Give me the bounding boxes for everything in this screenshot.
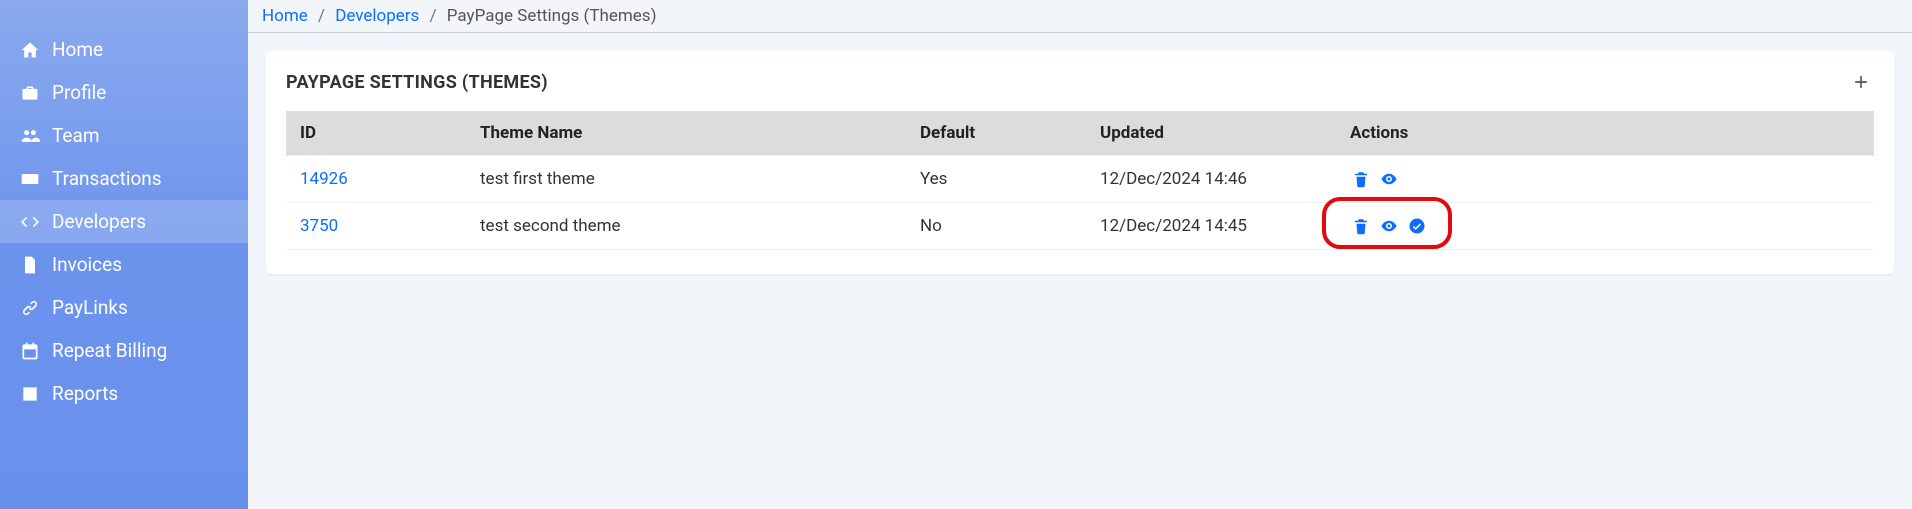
card-title: PAYPAGE SETTINGS (THEMES): [286, 72, 548, 93]
theme-id-link[interactable]: 14926: [300, 169, 348, 189]
content-wrap: PAYPAGE SETTINGS (THEMES) ID Theme Name …: [248, 33, 1912, 292]
sidebar-item-repeat-billing[interactable]: Repeat Billing: [0, 329, 248, 372]
sidebar-item-paylinks[interactable]: PayLinks: [0, 286, 248, 329]
th-updated: Updated: [1086, 111, 1336, 156]
sidebar-item-label: Home: [52, 38, 103, 61]
theme-updated: 12/Dec/2024 14:45: [1086, 203, 1336, 250]
table-header-row: ID Theme Name Default Updated Actions: [286, 111, 1874, 156]
home-icon: [18, 40, 42, 60]
theme-updated: 12/Dec/2024 14:46: [1086, 156, 1336, 203]
link-icon: [18, 298, 42, 318]
add-theme-button[interactable]: [1848, 69, 1874, 95]
report-icon: [18, 384, 42, 404]
theme-actions: [1336, 203, 1874, 250]
sidebar-item-invoices[interactable]: Invoices: [0, 243, 248, 286]
breadcrumb-sep: /: [312, 6, 331, 26]
theme-default: No: [906, 203, 1086, 250]
eye-icon[interactable]: [1378, 215, 1400, 237]
calendar-icon: [18, 341, 42, 361]
sidebar-item-label: Reports: [52, 382, 118, 405]
sidebar-item-label: Team: [52, 124, 100, 147]
sidebar-item-label: Developers: [52, 210, 146, 233]
breadcrumb-home[interactable]: Home: [262, 6, 308, 26]
trash-icon[interactable]: [1350, 215, 1372, 237]
sidebar-item-reports[interactable]: Reports: [0, 372, 248, 415]
trash-icon[interactable]: [1350, 168, 1372, 190]
sidebar-item-home[interactable]: Home: [0, 28, 248, 71]
breadcrumb-current: PayPage Settings (Themes): [447, 6, 657, 26]
breadcrumb: Home / Developers / PayPage Settings (Th…: [248, 0, 1912, 33]
sidebar-item-label: Invoices: [52, 253, 122, 276]
card-icon: [18, 169, 42, 189]
theme-default: Yes: [906, 156, 1086, 203]
sidebar-item-label: PayLinks: [52, 296, 128, 319]
theme-actions: [1336, 156, 1874, 203]
file-icon: [18, 255, 42, 275]
sidebar-item-label: Transactions: [52, 167, 162, 190]
sidebar-item-team[interactable]: Team: [0, 114, 248, 157]
themes-card: PAYPAGE SETTINGS (THEMES) ID Theme Name …: [266, 51, 1894, 274]
table-row: 3750 test second themeNo12/Dec/2024 14:45: [286, 203, 1874, 250]
themes-table: ID Theme Name Default Updated Actions 14…: [286, 111, 1874, 250]
th-name: Theme Name: [466, 111, 906, 156]
theme-name: test second theme: [466, 203, 906, 250]
sidebar-item-transactions[interactable]: Transactions: [0, 157, 248, 200]
theme-id-link[interactable]: 3750: [300, 216, 338, 236]
eye-icon[interactable]: [1378, 168, 1400, 190]
th-default: Default: [906, 111, 1086, 156]
card-header: PAYPAGE SETTINGS (THEMES): [286, 69, 1874, 95]
table-row: 14926 test first themeYes12/Dec/2024 14:4…: [286, 156, 1874, 203]
sidebar-item-profile[interactable]: Profile: [0, 71, 248, 114]
check-circle-icon[interactable]: [1406, 215, 1428, 237]
breadcrumb-sep: /: [424, 6, 443, 26]
sidebar-item-label: Profile: [52, 81, 106, 104]
users-icon: [18, 126, 42, 146]
th-id: ID: [286, 111, 466, 156]
theme-name: test first theme: [466, 156, 906, 203]
breadcrumb-developers[interactable]: Developers: [335, 6, 419, 26]
sidebar-item-label: Repeat Billing: [52, 339, 167, 362]
main-area: Home / Developers / PayPage Settings (Th…: [248, 0, 1912, 509]
sidebar: Home Profile Team Transactions Developer…: [0, 0, 248, 509]
sidebar-item-developers[interactable]: Developers: [0, 200, 248, 243]
code-icon: [18, 212, 42, 232]
briefcase-icon: [18, 83, 42, 103]
th-actions: Actions: [1336, 111, 1874, 156]
